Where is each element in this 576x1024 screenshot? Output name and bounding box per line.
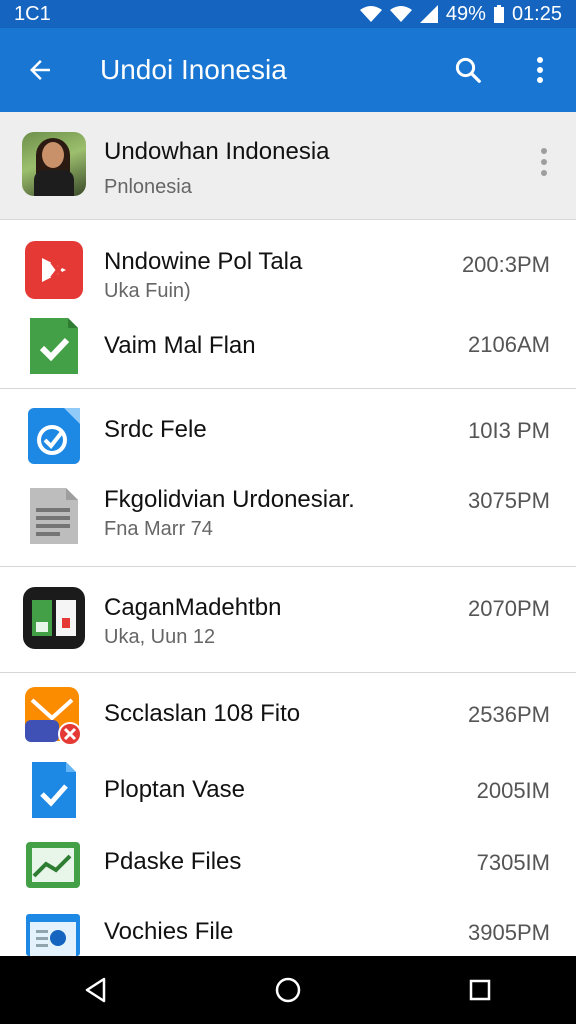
app-bar: Undoi Inonesia [0,28,576,112]
file-subtitle: Fna Marr 74 [104,518,213,540]
file-time: 10I3 PM [468,418,550,443]
file-time: 7305IM [476,850,550,875]
file-name: Fkgolidvian Urdonesiar. [104,486,355,513]
file-name: Ploptan Vase [104,776,245,803]
battery-percent: 49% [445,2,486,25]
browser-file-icon [26,914,80,956]
file-row[interactable]: Srdc Fele 10I3 PM [0,390,576,476]
wifi-icon-2 [389,6,412,22]
search-icon [455,57,481,83]
file-row[interactable]: Nndowine Pol Tala Uka Fuin) 200:3PM [0,222,576,306]
green-doc-check-icon [30,318,78,374]
circle-home-icon [275,977,301,1003]
status-icons: 49% 01:25 [359,2,562,26]
chart-file-icon [26,842,80,888]
header-subtitle: Pnlonesia [104,176,192,198]
file-name: Srdc Fele [104,416,207,443]
file-name: Vaim Mal Flan [104,332,256,359]
battery-icon [493,5,504,23]
navigation-bar [0,956,576,1024]
back-button[interactable] [0,28,80,112]
file-row[interactable]: Fkgolidvian Urdonesiar. Fna Marr 74 3075… [0,476,576,566]
search-button[interactable] [432,28,504,112]
divider [0,566,576,567]
video-app-icon [25,241,83,299]
arrow-back-icon [30,60,50,80]
file-subtitle: Uka, Uun 12 [104,626,216,648]
wifi-icon [359,6,382,22]
nav-back-button[interactable] [56,956,136,1024]
mail-app-icon [25,687,82,746]
file-row[interactable]: Ploptan Vase 2005IM [0,754,576,824]
file-time: 200:3PM [461,252,550,277]
status-bar: 1C1 49% 01:25 [0,0,576,28]
header-more-icon[interactable] [532,142,556,182]
nav-recents-button[interactable] [440,956,520,1024]
divider [0,672,576,673]
file-time: 2070PM [468,596,550,621]
status-left-text: 1C1 [14,2,51,25]
app-title: Undoi Inonesia [100,54,287,85]
blue-doc-check-icon [32,762,76,818]
file-name: Pdaske Files [104,848,242,875]
file-name: Vochies File [104,918,234,945]
nav-home-button[interactable] [248,956,328,1024]
file-row[interactable]: Scclaslan 108 Fito 2536PM [0,674,576,754]
more-vert-icon [537,57,543,83]
file-row[interactable]: Pdaske Files 7305IM [0,824,576,896]
file-time: 2536PM [468,702,550,727]
file-time: 3075PM [468,488,550,513]
file-time: 3905PM [468,920,550,945]
file-row[interactable]: CaganMadehtbn Uka, Uun 12 2070PM [0,568,576,672]
divider [0,388,576,389]
file-time: 2106AM [468,332,550,357]
file-name: Nndowine Pol Tala [104,248,303,275]
square-recents-icon [469,979,491,1001]
file-subtitle: Uka Fuin) [104,280,191,302]
file-name: CaganMadehtbn [104,594,282,621]
header-title: Undowhan Indonesia [104,138,330,165]
triangle-back-icon [85,977,106,1003]
photo-app-icon [23,587,85,649]
status-time: 01:25 [511,2,562,25]
gray-document-icon [30,488,78,544]
more-options-button[interactable] [504,28,576,112]
blue-doc-check-icon [28,408,80,464]
file-time: 2005IM [476,778,550,803]
file-row[interactable]: Vochies File 3905PM [0,896,576,956]
file-row[interactable]: Vaim Mal Flan 2106AM [0,306,576,388]
header-card[interactable]: Undowhan Indonesia Pnlonesia [0,112,576,220]
file-name: Scclaslan 108 Fito [104,700,301,727]
avatar [22,132,86,196]
signal-icon [419,5,438,23]
